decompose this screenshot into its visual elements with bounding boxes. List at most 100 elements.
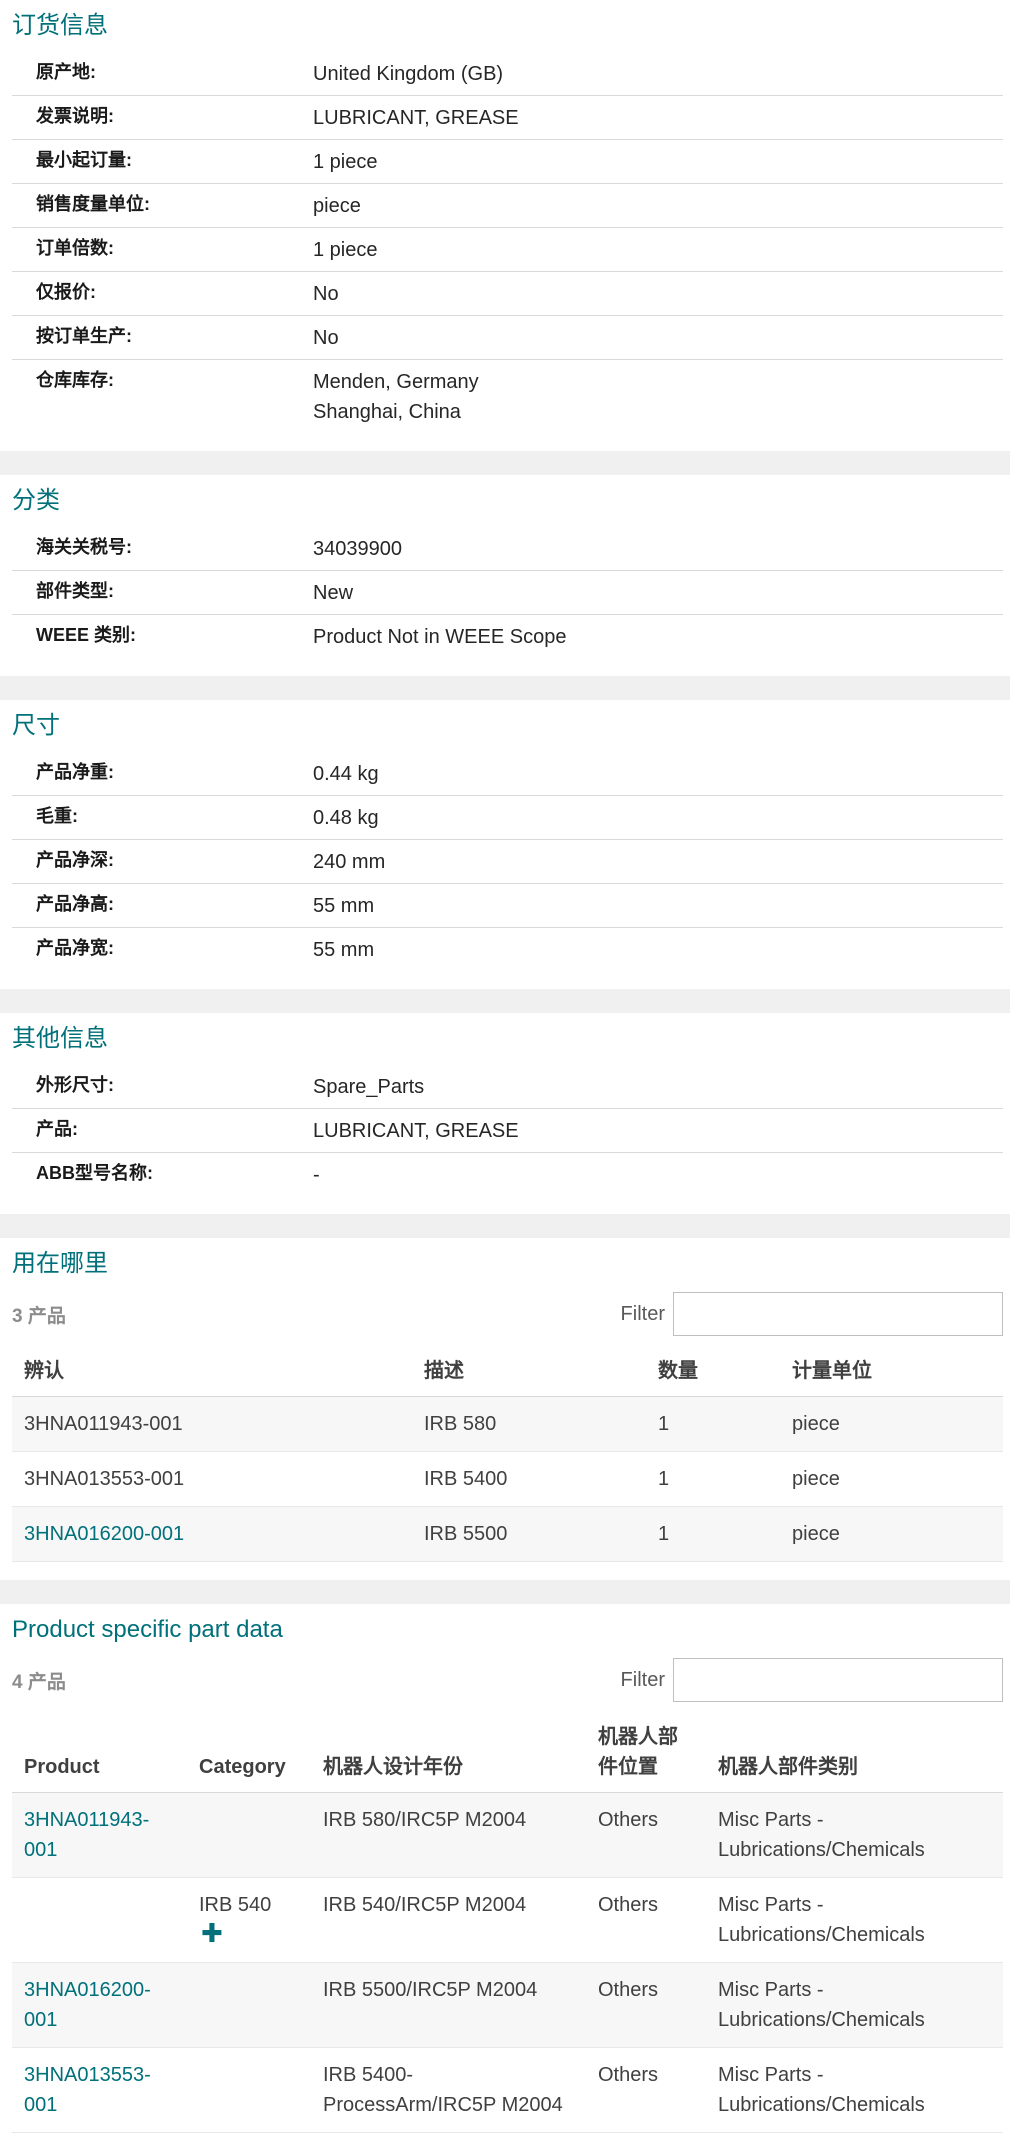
- info-value: United Kingdom (GB): [313, 59, 1003, 89]
- product-count: 4 产品: [12, 1671, 66, 1693]
- info-row: 部件类型: New: [12, 571, 1003, 615]
- product-link[interactable]: 3HNA016200-001: [12, 1962, 187, 2048]
- info-label: ABB型号名称:: [36, 1163, 153, 1183]
- info-row: 产品净高: 55 mm: [12, 884, 1003, 928]
- design-year-cell: IRB 5500/IRC5P M2004: [311, 1962, 586, 2048]
- info-value: 240 mm: [313, 847, 1003, 877]
- info-row: 最小起订量: 1 piece: [12, 140, 1003, 184]
- where-used-table-body: 3HNA011943-001 IRB 580 1 piece 3HNA013553-00…: [12, 1396, 1003, 1562]
- column-header-product[interactable]: Product: [12, 1712, 187, 1793]
- column-header-category[interactable]: Category: [187, 1712, 311, 1793]
- section-title-classification: 分类: [12, 487, 60, 514]
- expand-plus-icon[interactable]: ✚: [199, 1920, 299, 1946]
- part-type-cell: Misc Parts - Lubrications/Chemicals: [706, 1877, 1003, 1963]
- info-value-line: 55 mm: [313, 939, 375, 961]
- section-title-where-used: 用在哪里: [12, 1250, 108, 1277]
- where-used-section: 用在哪里 3 产品 Filter 辨认 描述 数量 计量单位 3HNA01194…: [0, 1238, 1010, 1580]
- product-link[interactable]: 3HNA011943-001: [12, 1792, 187, 1878]
- info-label: 产品净宽:: [36, 938, 114, 958]
- section-title-ordering: 订货信息: [12, 12, 108, 39]
- info-value-line: New: [313, 582, 354, 604]
- info-label: WEEE 类别:: [36, 625, 137, 645]
- section-divider: [0, 1214, 1010, 1238]
- design-year-cell: IRB 580/IRC5P M2004: [311, 1792, 586, 1878]
- info-row: 销售度量单位: piece: [12, 184, 1003, 228]
- info-label: 产品:: [36, 1119, 78, 1139]
- info-value-line: 0.48 kg: [313, 807, 379, 829]
- info-value-line: 1 piece: [313, 239, 378, 261]
- column-header-id[interactable]: 辨认: [12, 1346, 412, 1397]
- table-row: 3HNA013553-001 IRB 5400 1 piece: [12, 1451, 1003, 1507]
- info-label: 仓库库存:: [36, 370, 114, 390]
- filter-group: Filter: [621, 1658, 1003, 1702]
- info-row: 按订单生产: No: [12, 316, 1003, 360]
- info-value-line: Spare_Parts: [313, 1076, 425, 1098]
- category-cell: IRB 540 ✚: [187, 1877, 311, 1963]
- info-label: 原产地:: [36, 62, 96, 82]
- table-row: 3HNA011943-001 IRB 580 1 piece: [12, 1396, 1003, 1452]
- column-header-quantity[interactable]: 数量: [646, 1346, 780, 1397]
- part-id-cell: 3HNA011943-001: [12, 1396, 412, 1452]
- info-value-line: LUBRICANT, GREASE: [313, 1120, 519, 1142]
- info-value-line: 55 mm: [313, 895, 375, 917]
- part-id-link[interactable]: 3HNA016200-001: [12, 1506, 412, 1562]
- other-list: 外形尺寸: Spare_Parts 产品: LUBRICANT, GREASE ABB型…: [12, 1065, 1003, 1196]
- column-header-part-position[interactable]: 机器人部件位置: [586, 1712, 706, 1793]
- category-cell: [187, 1962, 311, 2048]
- column-header-unit[interactable]: 计量单位: [780, 1346, 1003, 1397]
- column-header-part-type[interactable]: 机器人部件类别: [706, 1712, 1003, 1793]
- info-value: 1 piece: [313, 235, 1003, 265]
- part-type-cell: Misc Parts - Lubrications/Chemicals: [706, 2047, 1003, 2133]
- unit-cell: piece: [780, 1396, 1003, 1452]
- info-label: 最小起订量:: [36, 150, 132, 170]
- info-label: 销售度量单位:: [36, 194, 150, 214]
- section-title-dimensions: 尺寸: [12, 712, 60, 739]
- part-type-cell: Misc Parts - Lubrications/Chemicals: [706, 1962, 1003, 2048]
- column-header-description[interactable]: 描述: [412, 1346, 646, 1397]
- part-position-cell: Others: [586, 2047, 706, 2133]
- category-cell: [187, 1792, 311, 1878]
- part-position-cell: Others: [586, 1962, 706, 2048]
- info-value: LUBRICANT, GREASE: [313, 103, 1003, 133]
- info-value: piece: [313, 191, 1003, 221]
- quantity-cell: 1: [646, 1451, 780, 1507]
- other-section: 其他信息 外形尺寸: Spare_Parts 产品: LUBRICANT, GREAS…: [0, 1013, 1010, 1214]
- product-link[interactable]: [12, 1877, 187, 1963]
- unit-cell: piece: [780, 1506, 1003, 1562]
- filter-input[interactable]: [673, 1658, 1003, 1702]
- ordering-section: 订货信息 原产地: United Kingdom (GB) 发票说明: LUBRICA…: [0, 0, 1010, 451]
- section-title-other: 其他信息: [12, 1025, 108, 1052]
- info-value: 55 mm: [313, 935, 1003, 965]
- column-header-design-year[interactable]: 机器人设计年份: [311, 1712, 586, 1793]
- part-position-cell: Others: [586, 1877, 706, 1963]
- info-row: 毛重: 0.48 kg: [12, 796, 1003, 840]
- design-year-cell: IRB 540/IRC5P M2004: [311, 1877, 586, 1963]
- filter-input[interactable]: [673, 1292, 1003, 1336]
- ordering-list: 原产地: United Kingdom (GB) 发票说明: LUBRICANT, G…: [12, 52, 1003, 433]
- table-row: 3HNA011943-001 IRB 580/IRC5P M2004 Others M…: [12, 1792, 1003, 1878]
- info-value: Menden, Germany Shanghai, China: [313, 367, 1003, 427]
- info-value-line: Menden, Germany: [313, 371, 479, 393]
- info-value: 1 piece: [313, 147, 1003, 177]
- info-value-line: 1 piece: [313, 151, 378, 173]
- quantity-cell: 1: [646, 1506, 780, 1562]
- quantity-cell: 1: [646, 1396, 780, 1452]
- classification-list: 海关关税号: 34039900 部件类型: New WEEE 类别: Product No…: [12, 527, 1003, 658]
- product-link[interactable]: 3HNA013553-001: [12, 2047, 187, 2133]
- dimensions-section: 尺寸 产品净重: 0.44 kg 毛重: 0.48 kg 产品净深: 240 mm 产品净高…: [0, 700, 1010, 989]
- category-cell: [187, 2047, 311, 2133]
- unit-cell: piece: [780, 1451, 1003, 1507]
- info-value: 0.44 kg: [313, 759, 1003, 789]
- where-used-table: 辨认 描述 数量 计量单位 3HNA011943-001 IRB 580 1 piec…: [12, 1346, 1003, 1562]
- where-used-toolbar: 3 产品 Filter: [12, 1290, 1003, 1338]
- info-row: 发票说明: LUBRICANT, GREASE: [12, 96, 1003, 140]
- table-header-row: 辨认 描述 数量 计量单位: [12, 1346, 1003, 1397]
- info-row: 仅报价: No: [12, 272, 1003, 316]
- table-row: IRB 540 ✚ IRB 540/IRC5P M2004 Others Misc Pa…: [12, 1877, 1003, 1963]
- section-divider: [0, 676, 1010, 700]
- info-value: No: [313, 279, 1003, 309]
- info-row: 产品净深: 240 mm: [12, 840, 1003, 884]
- part-id-cell: 3HNA013553-001: [12, 1451, 412, 1507]
- info-value-line: 240 mm: [313, 851, 386, 873]
- info-value-line: piece: [313, 195, 361, 217]
